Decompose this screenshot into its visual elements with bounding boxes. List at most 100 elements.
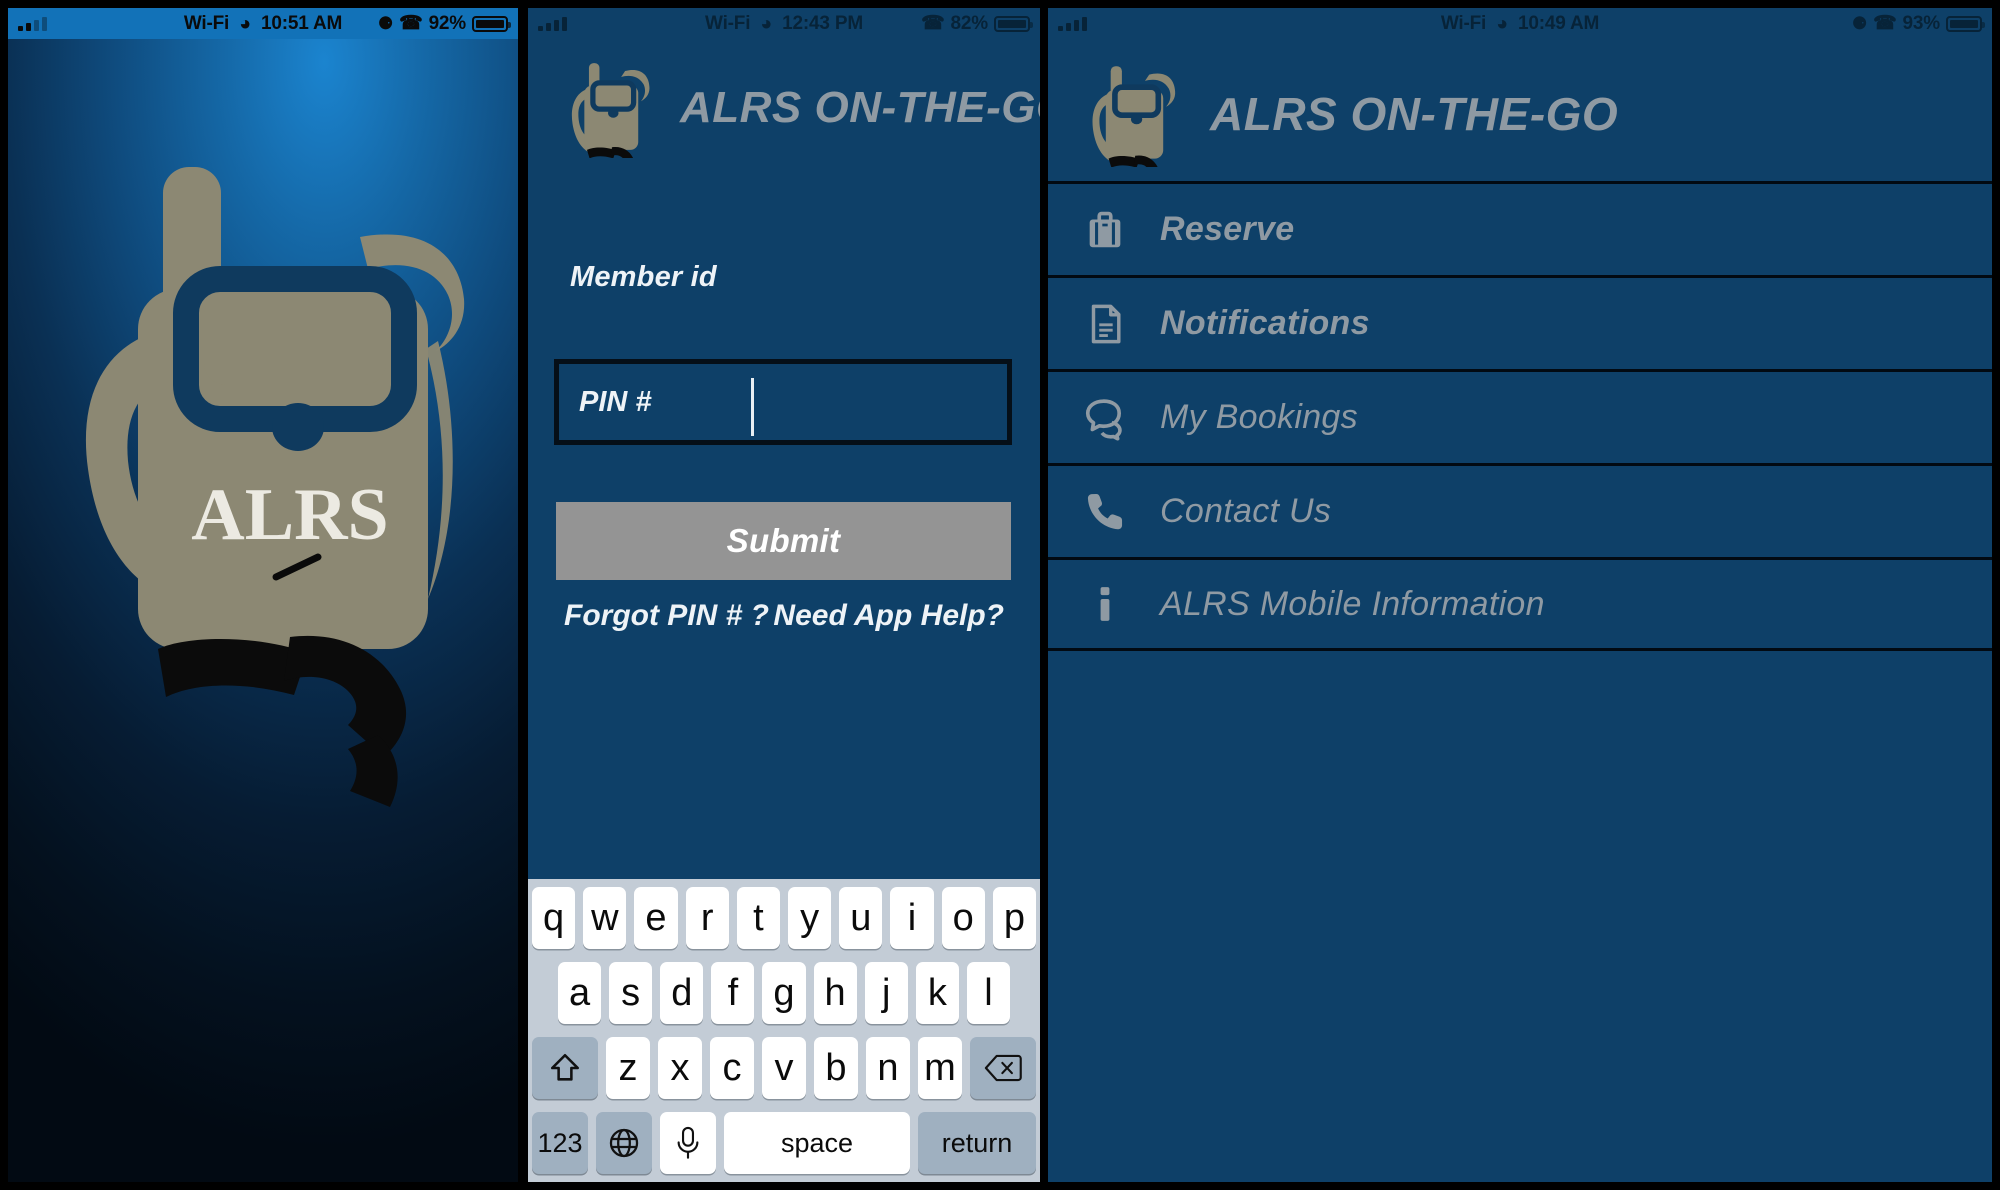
key-u[interactable]: u (839, 887, 883, 949)
bluetooth-icon: ☎ (399, 13, 423, 34)
need-app-help-link[interactable]: Need App Help? (773, 599, 1004, 633)
key-v[interactable]: v (762, 1037, 806, 1099)
status-bar-right: ⚈ ☎ 93% (1709, 13, 1992, 35)
status-bar-left (1048, 16, 1331, 31)
menu-item-label: ALRS Mobile Information (1160, 584, 1545, 623)
menu-item-contact-us[interactable]: Contact Us (1048, 463, 1992, 557)
clock-label: 10:51 AM (261, 12, 343, 34)
forgot-pin-link[interactable]: Forgot PIN # ? (564, 599, 769, 633)
signal-bars-icon (538, 16, 567, 31)
key-p[interactable]: p (992, 887, 1037, 949)
member-id-label: Member id (570, 261, 717, 293)
three-phone-screenshots: Wi-Fi ◕ 10:51 AM ⚈ ☎ 92% ALRS Wi-Fi ◕ 12… (0, 0, 2000, 1190)
logo-zipper-knob (608, 108, 619, 118)
pin-label: PIN # (579, 385, 652, 418)
signal-bars-icon (1058, 16, 1087, 31)
key-x[interactable]: x (658, 1037, 702, 1099)
key-t[interactable]: t (736, 887, 780, 949)
key-b[interactable]: b (814, 1037, 858, 1099)
key-k[interactable]: k (915, 962, 959, 1024)
menu-item-notifications[interactable]: Notifications (1048, 275, 1992, 369)
microphone-icon[interactable] (660, 1112, 716, 1174)
return-key[interactable]: return (918, 1112, 1036, 1174)
pin-input-field[interactable]: PIN # (554, 359, 1012, 445)
key-i[interactable]: i (890, 887, 934, 949)
menu-screen-panel: Wi-Fi ◕ 10:49 AM ⚈ ☎ 93% ALRS ON-THE-GO … (1048, 8, 1992, 1182)
key-j[interactable]: j (864, 962, 908, 1024)
menu-item-label: Notifications (1160, 304, 1370, 342)
globe-language-icon[interactable] (596, 1112, 652, 1174)
app-title-menu: ALRS ON-THE-GO (1210, 88, 1619, 140)
key-y[interactable]: y (788, 887, 832, 949)
keyboard-row-1: qwertyuiop (531, 887, 1037, 949)
keyboard-row-3-letters: zxcvbnm (606, 1037, 962, 1099)
key-d[interactable]: d (660, 962, 704, 1024)
login-form-body: ALRS ON-THE-GO Member id PIN # Submit Fo… (528, 39, 1040, 1182)
keyboard-row-2: asdfghjkl (532, 962, 1036, 1024)
key-s[interactable]: s (609, 962, 653, 1024)
status-bar-middle: Wi-Fi ◕ 12:43 PM (682, 13, 887, 35)
numbers-key[interactable]: 123 (532, 1112, 588, 1174)
onscreen-keyboard[interactable]: qwertyuiop asdfghjkl zxcvbnm 123 space r… (528, 879, 1040, 1182)
key-n[interactable]: n (866, 1037, 910, 1099)
rotation-lock-icon: ⚈ (1852, 14, 1868, 33)
key-m[interactable]: m (918, 1037, 962, 1099)
key-h[interactable]: h (813, 962, 857, 1024)
logo-pocket-fill (204, 293, 386, 385)
rotation-lock-icon: ⚈ (378, 14, 394, 33)
key-r[interactable]: r (685, 887, 729, 949)
app-header-login: ALRS ON-THE-GO (562, 53, 1040, 163)
app-header-menu: ALRS ON-THE-GO (1082, 55, 1619, 173)
logo-pocket-fill (1118, 89, 1155, 108)
battery-icon (1945, 15, 1985, 32)
login-help-links: Forgot PIN # ? Need App Help? (528, 599, 1040, 633)
key-w[interactable]: w (583, 887, 627, 949)
status-bar-right: ☎ 82% (886, 13, 1040, 35)
menu-item-label: Reserve (1160, 210, 1295, 248)
shift-arrow-icon[interactable] (532, 1037, 598, 1099)
bluetooth-icon: ☎ (1873, 13, 1897, 34)
logo-front-thigh (284, 635, 407, 757)
key-z[interactable]: z (606, 1037, 650, 1099)
bluetooth-icon: ☎ (921, 13, 945, 34)
status-bar-middle: Wi-Fi ◕ 10:51 AM (161, 13, 365, 35)
phone-icon (1082, 489, 1160, 535)
alrs-logo-small (571, 62, 650, 158)
status-bar-left (8, 16, 161, 31)
submit-button[interactable]: Submit (556, 502, 1011, 580)
key-c[interactable]: c (710, 1037, 754, 1099)
keyboard-row-4: 123 space return (532, 1112, 1036, 1174)
backspace-delete-icon[interactable] (970, 1037, 1036, 1099)
logo-zipper-knob (272, 403, 324, 451)
wifi-icon: ◕ (239, 12, 252, 35)
briefcase-icon (1082, 207, 1160, 253)
menu-item-reserve[interactable]: Reserve (1048, 181, 1992, 275)
logo-pocket-fill (596, 85, 631, 103)
app-title-login: ALRS ON-THE-GO (680, 83, 1040, 132)
menu-item-my-bookings[interactable]: My Bookings (1048, 369, 1992, 463)
logo-brand-text: ALRS (191, 474, 388, 556)
wifi-label: Wi-Fi (705, 12, 751, 34)
menu-item-label: My Bookings (1160, 398, 1358, 436)
space-key[interactable]: space (724, 1112, 910, 1174)
wifi-icon: ◕ (760, 12, 773, 35)
logo-zipper-knob (1131, 114, 1143, 124)
login-screen-panel: Wi-Fi ◕ 12:43 PM ☎ 82% ALRS ON-THE-GO Me… (528, 8, 1040, 1182)
battery-percent-label: 82% (950, 12, 989, 34)
key-g[interactable]: g (762, 962, 806, 1024)
key-l[interactable]: l (966, 962, 1010, 1024)
battery-percent-label: 92% (428, 12, 467, 34)
chat-bubbles-icon (1082, 395, 1160, 441)
key-a[interactable]: a (558, 962, 602, 1024)
key-o[interactable]: o (941, 887, 985, 949)
menu-item-alrs-mobile-information[interactable]: ALRS Mobile Information (1048, 557, 1992, 651)
clock-label: 10:49 AM (1518, 12, 1600, 34)
key-f[interactable]: f (711, 962, 755, 1024)
logo-back-leg (158, 638, 308, 697)
splash-background: ALRS (8, 39, 518, 1182)
key-q[interactable]: q (531, 887, 576, 949)
document-icon (1082, 301, 1160, 347)
clock-label: 12:43 PM (782, 12, 863, 34)
key-e[interactable]: e (634, 887, 678, 949)
menu-body: ALRS ON-THE-GO Reserve Notifications My Bo… (1048, 39, 1992, 1182)
